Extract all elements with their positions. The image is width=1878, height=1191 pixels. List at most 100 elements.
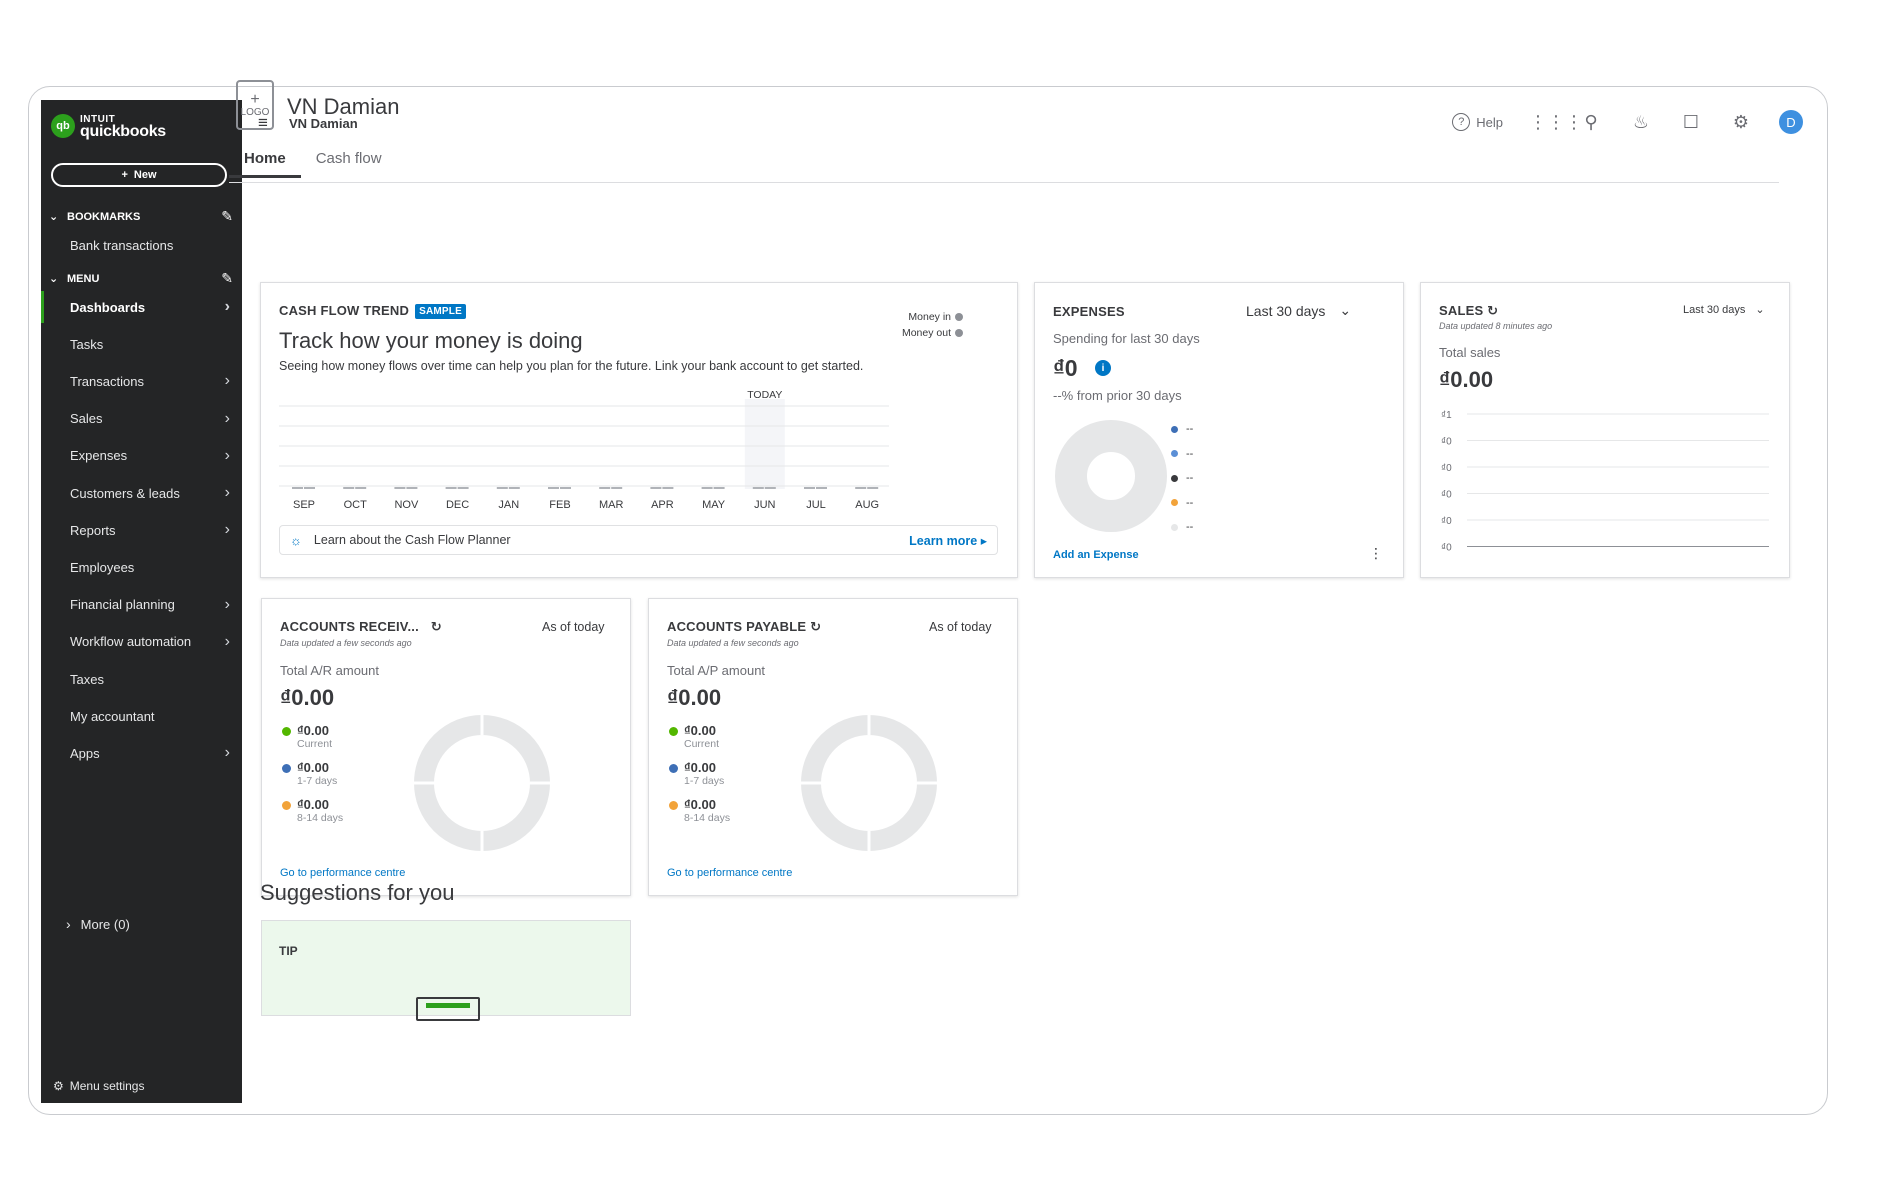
sidebar-item-bank-transactions[interactable]: Bank transactions [41,229,242,261]
bar-money-in-apr [650,487,662,489]
tip-card[interactable]: TIP [261,920,631,1021]
sidebar-item-tasks[interactable]: Tasks [41,328,242,360]
tab-home[interactable]: Home [229,150,301,178]
avatar[interactable]: D [1779,110,1803,134]
help-button[interactable]: ? Help [1452,113,1503,131]
aging-dot [282,727,291,736]
ar-amount: ₫0.00 [280,685,335,710]
x-tick-label: JAN [498,499,519,511]
aging-label: Current [297,738,333,750]
learn-more-link[interactable]: Learn more ▸ [909,533,987,548]
expenses-change: --% from prior 30 days [1053,388,1182,403]
bookmarks-label: BOOKMARKS [67,210,141,223]
more-options-icon[interactable]: ⋮ [1369,545,1383,562]
aging-amount: ₫0.00 [684,797,716,812]
aging-row: ₫0.00 Current [282,723,343,750]
ap-donut-chart [799,713,939,853]
expense-legend-item: -- [1171,448,1193,460]
aging-amount: ₫0.00 [297,797,329,812]
menu-header[interactable]: ⌄ MENU ✎ [49,270,233,287]
quickbooks-logo[interactable]: qb INTUIT quickbooks [51,114,166,140]
settings-gear-icon[interactable]: ⚙ [1729,112,1753,133]
ar-title-text: ACCOUNTS RECEIV... [280,619,419,634]
company-logo-placeholder[interactable]: + LOGO [236,80,274,130]
expenses-period-value: Last 30 days [1246,302,1326,319]
expenses-card: EXPENSES Last 30 days ⌄ Spending for las… [1034,282,1404,578]
bar-money-in-sep [292,487,303,489]
sidebar-item-taxes[interactable]: Taxes [41,663,242,695]
ar-performance-link[interactable]: Go to performance centre [280,867,405,879]
menu-label: MENU [67,272,100,285]
sidebar-item-label: Dashboards [70,299,146,315]
cash-flow-card: CASH FLOW TREND SAMPLE Money in Money out… [260,282,1018,578]
bar-money-out-may [713,487,725,489]
sidebar: qb INTUIT quickbooks + New ⌄ BOOKMARKS ✎… [41,100,242,1103]
sidebar-item-more[interactable]: › More (0) [41,908,242,940]
ap-title: ACCOUNTS PAYABLE ↻ [667,619,821,635]
bar-money-in-jan [496,487,508,489]
legend-label: -- [1186,521,1194,533]
chevron-right-icon: › [224,632,230,650]
sidebar-item-sales[interactable]: Sales › [41,403,242,435]
sales-amount: ₫0.00 [1439,367,1494,392]
notifications-bell-icon[interactable]: ♨ [1629,112,1653,133]
sidebar-item-customers-leads[interactable]: Customers & leads › [41,477,242,509]
x-tick-label: MAY [702,499,726,511]
cash-flow-title-text: CASH FLOW TREND [279,303,410,318]
info-icon[interactable]: i [1095,360,1111,376]
suggestions-title: Suggestions for you [260,880,455,905]
new-button[interactable]: + New [51,163,227,187]
legend-dot [1171,425,1178,433]
sidebar-item-my-accountant[interactable]: My accountant [41,700,242,732]
chevron-right-icon: › [224,521,230,539]
accounts-payable-card: ACCOUNTS PAYABLE ↻ As of today Data upda… [648,598,1018,896]
sidebar-item-label: Customers & leads [70,485,180,501]
menu-settings[interactable]: ⚙ Menu settings [53,1079,144,1093]
refresh-icon[interactable]: ↻ [431,619,442,634]
expense-legend-item: -- [1171,521,1193,533]
chevron-right-icon: › [224,409,230,427]
apps-grid-icon[interactable]: ⋮⋮⋮ [1529,112,1583,133]
ap-performance-link[interactable]: Go to performance centre [667,867,792,879]
y-tick-label: ₫0 [1441,490,1452,501]
x-tick-label: AUG [855,499,879,511]
expenses-period-select[interactable]: Last 30 days ⌄ [1246,302,1351,319]
expenses-subtitle: Spending for last 30 days [1053,331,1200,346]
sidebar-item-transactions[interactable]: Transactions › [41,365,242,397]
refresh-icon[interactable]: ↻ [810,619,821,634]
sidebar-item-label: Employees [70,559,135,575]
sidebar-item-workflow-automation[interactable]: Workflow automation › [41,626,242,658]
sales-total-label: Total sales [1439,345,1501,360]
aging-label: 1-7 days [684,775,725,787]
sidebar-item-financial-planning[interactable]: Financial planning › [41,589,242,621]
edit-bookmarks-icon[interactable]: ✎ [221,208,233,225]
tasks-clipboard-icon[interactable]: ☐ [1679,112,1703,133]
sidebar-item-label: Bank transactions [70,237,174,253]
ar-aging-list: ₫0.00 Current ₫0.00 1-7 days ₫0.00 8-14 days [282,723,343,834]
sales-period-select[interactable]: Last 30 days ⌄ [1683,303,1765,317]
sidebar-item-label: Tasks [70,336,104,352]
edit-menu-icon[interactable]: ✎ [221,270,233,287]
aging-row: ₫0.00 1-7 days [669,760,730,787]
ap-as-of: As of today [929,620,992,634]
sidebar-item-expenses[interactable]: Expenses › [41,440,242,472]
chevron-right-icon: › [224,595,230,613]
chevron-right-icon: › [224,744,230,762]
aging-amount: ₫0.00 [684,723,716,738]
refresh-icon[interactable]: ↻ [1487,303,1498,318]
legend-money-out: Money out [902,327,963,339]
sidebar-item-dashboards[interactable]: Dashboards › [41,291,242,323]
tab-cash-flow[interactable]: Cash flow [301,150,397,178]
bar-money-in-nov [394,487,406,489]
search-icon[interactable]: ⚲ [1579,112,1603,133]
sidebar-item-reports[interactable]: Reports › [41,514,242,546]
help-label: Help [1476,114,1503,130]
sidebar-item-label: Workflow automation [70,634,192,650]
logo-text: LOGO [240,106,270,118]
add-expense-link[interactable]: Add an Expense [1053,549,1139,561]
bookmarks-header[interactable]: ⌄ BOOKMARKS ✎ [49,208,233,225]
sales-updated: Data updated 8 minutes ago [1439,321,1553,331]
sidebar-item-employees[interactable]: Employees [41,551,242,583]
sidebar-item-apps[interactable]: Apps › [41,737,242,769]
aging-dot [282,764,291,773]
